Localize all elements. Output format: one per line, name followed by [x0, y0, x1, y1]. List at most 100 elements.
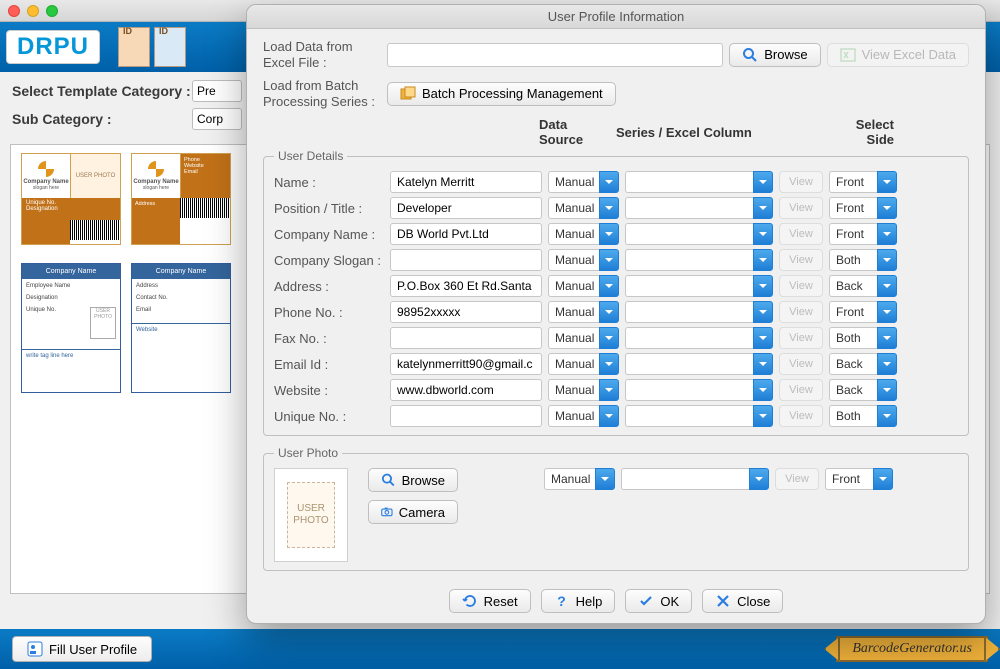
series-select[interactable] [625, 379, 773, 401]
profile-icon [27, 641, 43, 657]
side-select[interactable]: Front [829, 223, 897, 245]
fill-user-profile-label: Fill User Profile [49, 642, 137, 657]
browse-photo-button[interactable]: Browse [368, 468, 458, 492]
select-template-dropdown[interactable] [192, 80, 242, 102]
field-input[interactable] [390, 223, 542, 245]
photo-side-select[interactable]: Front [825, 468, 893, 490]
chevron-down-icon [877, 301, 897, 323]
field-input[interactable] [390, 275, 542, 297]
close-icon [715, 593, 731, 609]
reset-button[interactable]: Reset [449, 589, 531, 613]
view-button: View [779, 379, 823, 401]
field-input[interactable] [390, 405, 542, 427]
check-icon [638, 593, 654, 609]
view-button: View [779, 301, 823, 323]
excel-path-input[interactable] [387, 43, 723, 67]
help-button[interactable]: ? Help [541, 589, 616, 613]
side-select[interactable]: Both [829, 405, 897, 427]
side-select[interactable]: Both [829, 327, 897, 349]
side-select[interactable]: Back [829, 275, 897, 297]
camera-button[interactable]: Camera [368, 500, 458, 524]
user-detail-row: Position / Title :ManualViewFront [274, 197, 958, 219]
side-select[interactable]: Front [829, 197, 897, 219]
template-card-back[interactable]: Company Nameslogan here PhoneWebsiteEmai… [131, 153, 231, 245]
side-select[interactable]: Back [829, 379, 897, 401]
camera-icon [381, 504, 393, 520]
user-photo-legend: User Photo [274, 446, 342, 460]
user-profile-modal: User Profile Information Load Data from … [246, 4, 986, 624]
search-icon [742, 47, 758, 63]
chevron-down-icon [749, 468, 769, 490]
batch-label: Load from Batch Processing Series : [263, 78, 387, 109]
close-button[interactable]: Close [702, 589, 783, 613]
series-select[interactable] [625, 171, 773, 193]
field-label: Address : [274, 279, 384, 294]
template-card-alt-front[interactable]: Company Name Employee Name Designation U… [21, 263, 121, 393]
batch-processing-button[interactable]: Batch Processing Management [387, 82, 616, 106]
series-select[interactable] [625, 223, 773, 245]
photo-view-button: View [775, 468, 819, 490]
series-select[interactable] [625, 275, 773, 297]
data-source-select[interactable]: Manual [548, 197, 619, 219]
field-input[interactable] [390, 353, 542, 375]
search-icon [381, 472, 396, 488]
view-button: View [779, 197, 823, 219]
series-select[interactable] [625, 301, 773, 323]
sub-category-dropdown[interactable] [192, 108, 242, 130]
template-card-front[interactable]: Company Nameslogan here USER PHOTO Uniqu… [21, 153, 121, 245]
chevron-down-icon [599, 249, 619, 271]
photo-series-select[interactable] [621, 468, 769, 490]
series-select[interactable] [625, 327, 773, 349]
data-source-select[interactable]: Manual [548, 171, 619, 193]
field-input[interactable] [390, 197, 542, 219]
select-template-label: Select Template Category : [12, 83, 192, 99]
field-input[interactable] [390, 379, 542, 401]
chevron-down-icon [877, 405, 897, 427]
field-input[interactable] [390, 171, 542, 193]
chevron-down-icon [753, 197, 773, 219]
field-input[interactable] [390, 301, 542, 323]
photo-data-source-select[interactable]: Manual [544, 468, 615, 490]
series-select[interactable] [625, 249, 773, 271]
series-select[interactable] [625, 353, 773, 375]
side-select[interactable]: Front [829, 171, 897, 193]
data-source-select[interactable]: Manual [548, 353, 619, 375]
bottom-bar: Fill User Profile BarcodeGenerator.us [0, 629, 1000, 669]
user-photo-fieldset: User Photo USER PHOTO Browse Camera [263, 446, 969, 571]
field-input[interactable] [390, 327, 542, 349]
chevron-down-icon [877, 171, 897, 193]
data-source-select[interactable]: Manual [548, 405, 619, 427]
photo-frame: USER PHOTO [274, 468, 348, 562]
data-source-select[interactable]: Manual [548, 301, 619, 323]
field-label: Name : [274, 175, 384, 190]
template-card-alt-back[interactable]: Company Name Address Contact No. Email W… [131, 263, 231, 393]
field-label: Unique No. : [274, 409, 384, 424]
template-icon [154, 27, 186, 67]
fill-user-profile-button[interactable]: Fill User Profile [12, 636, 152, 662]
modal-title: User Profile Information [247, 5, 985, 29]
side-select[interactable]: Front [829, 301, 897, 323]
data-source-select[interactable]: Manual [548, 249, 619, 271]
chevron-down-icon [877, 327, 897, 349]
chevron-down-icon [753, 405, 773, 427]
chevron-down-icon [753, 275, 773, 297]
col-series: Series / Excel Column [616, 125, 770, 140]
data-source-select[interactable]: Manual [548, 223, 619, 245]
chevron-down-icon [599, 197, 619, 219]
browse-excel-button[interactable]: Browse [729, 43, 820, 67]
side-select[interactable]: Back [829, 353, 897, 375]
chevron-down-icon [599, 275, 619, 297]
template-icon [118, 27, 150, 67]
user-detail-row: Website :ManualViewBack [274, 379, 958, 401]
data-source-select[interactable]: Manual [548, 327, 619, 349]
field-input[interactable] [390, 249, 542, 271]
series-select[interactable] [625, 405, 773, 427]
series-select[interactable] [625, 197, 773, 219]
ok-button[interactable]: OK [625, 589, 692, 613]
data-source-select[interactable]: Manual [548, 379, 619, 401]
view-button: View [779, 327, 823, 349]
data-source-select[interactable]: Manual [548, 275, 619, 297]
side-select[interactable]: Both [829, 249, 897, 271]
chevron-down-icon [873, 468, 893, 490]
col-data-source: Data Source [539, 117, 610, 147]
